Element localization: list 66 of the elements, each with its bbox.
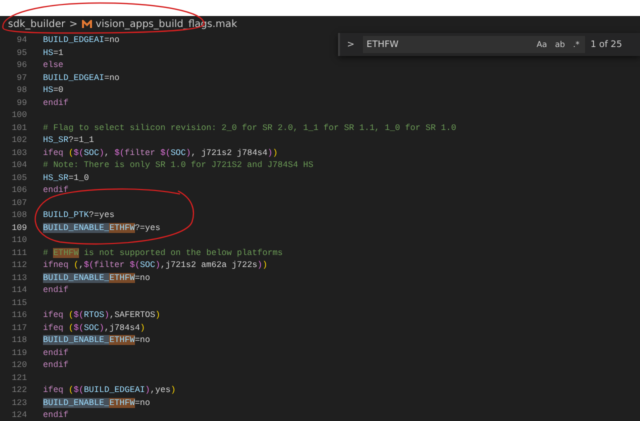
code-line: endif [43,360,69,370]
line-number: 114 [10,285,27,296]
code-line: ifeq ($(RTOS),SAFERTOS) [43,310,160,320]
line-number: 94 [16,35,27,46]
code-line: BUILD_EDGEAI=no [43,72,120,83]
code-line: HS_SR?=1_1 [43,135,94,146]
find-option-toggle[interactable]: Aa [536,40,548,49]
code-line: # ETHFW is not supported on the below platforms [43,248,283,258]
line-number: 108 [10,210,27,220]
line-number: 116 [10,310,27,320]
code-line: # Note: There is only SR 1.0 for J721S2 and J784S4 HS [43,160,314,170]
line-number: 97 [16,72,27,83]
line-number: 124 [10,410,27,420]
line-number: 109 [10,222,27,233]
line-number: 104 [10,160,27,170]
folder-breadcrumb[interactable]: sdk_builder [8,19,66,30]
code-line: ifneq (,$(filter $(SOC),j721s2 am62a j722s)) [43,260,268,270]
line-number: 122 [10,385,27,396]
code-line: BUILD_EDGEAI=no [43,35,120,46]
code-line: # Flag to select silicon revision: 2_0 for SR 2.0, 1_1 for SR 1.1, 1_0 for SR 1.0 [43,122,456,133]
code-line: HS=0 [43,85,64,96]
code-line: ifeq ($(SOC), $(filter $(SOC), j721s2 j784s4)) [43,148,278,158]
code-line: else [43,60,64,70]
line-number: 99 [16,98,27,108]
line-number: 118 [10,335,27,346]
find-input-field[interactable]: ETHFW Aa ab .* [362,36,585,53]
line-number: 117 [10,322,27,333]
line-number: 119 [10,348,27,358]
code-line: ifeq ($(BUILD_EDGEAI),yes) [43,385,176,396]
code-line: endif [43,285,69,296]
makefile-icon [82,20,92,29]
line-number: 101 [10,122,27,133]
find-option-toggle[interactable]: ab [554,40,566,49]
line-number: 98 [16,85,27,96]
line-number: 121 [10,372,27,383]
code-line: endif [43,410,69,420]
line-number: 110 [10,235,27,246]
code-line: endif [43,348,69,358]
line-number: 115 [10,298,27,308]
line-number: 120 [10,360,27,370]
code-line: BUILD_ENABLE_ETHFW=no [43,398,150,408]
line-number: 113 [10,272,27,283]
line-number: 112 [10,260,27,270]
code-line: BUILD_ENABLE_ETHFW?=yes [43,222,160,233]
line-number: 102 [10,135,27,146]
code-line: ifeq ($(SOC),j784s4) [43,322,146,333]
code-line: endif [43,98,69,108]
line-number: 100 [10,110,27,120]
line-number: 106 [10,185,27,196]
find-option-toggle[interactable]: .* [572,40,581,49]
line-number: 107 [10,198,27,208]
code-line: endif [43,185,69,196]
line-number: 105 [10,172,27,183]
code-line: HS_SR=1_0 [43,172,89,183]
line-number: 123 [10,398,27,408]
code-line: BUILD_PTK?=yes [43,210,114,220]
code-line: BUILD_ENABLE_ETHFW=no [43,335,150,346]
line-number: 96 [16,60,27,70]
line-number: 103 [10,148,27,158]
line-number: 111 [10,248,27,258]
breadcrumb-separator: > [69,19,78,30]
match-count: 1 of 25 [590,40,622,50]
code-line: HS=1 [43,48,64,58]
find-expand-toggle[interactable]: > [345,40,357,50]
line-number: 95 [16,48,27,58]
code-line: BUILD_ENABLE_ETHFW=no [43,272,150,283]
